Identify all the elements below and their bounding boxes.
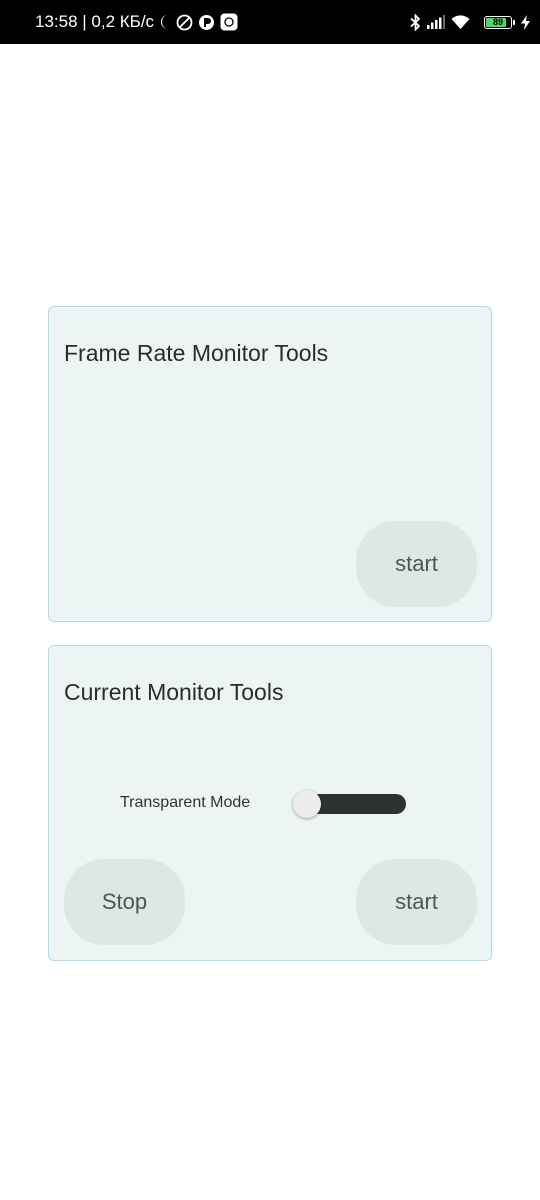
battery-tip <box>513 19 515 25</box>
signal-icon <box>427 15 445 29</box>
app-notification-icon <box>198 14 215 31</box>
stop-button[interactable]: Stop <box>64 859 185 945</box>
battery-icon: 89 <box>476 15 515 29</box>
battery-body: 89 <box>484 15 512 29</box>
current-monitor-card: Current Monitor Tools Transparent Mode S… <box>48 645 492 961</box>
charging-icon <box>521 14 530 30</box>
transparent-mode-switch[interactable] <box>293 790 408 818</box>
status-bar: 13:58 | 0,2 КБ/с 89 <box>0 0 540 44</box>
current-start-button[interactable]: start <box>356 859 477 945</box>
bluetooth-icon <box>410 13 421 31</box>
status-bar-right: 89 <box>404 0 530 44</box>
status-bar-left: 13:58 | 0,2 КБ/с <box>35 0 238 44</box>
transparent-mode-label: Transparent Mode <box>120 794 251 811</box>
current-card-title: Current Monitor Tools <box>64 679 284 705</box>
frame-rate-card-title: Frame Rate Monitor Tools <box>64 340 329 366</box>
moon-icon <box>159 14 171 30</box>
frame-rate-start-button[interactable]: start <box>356 521 477 607</box>
switch-thumb <box>293 790 321 818</box>
screen-recorder-icon <box>220 13 238 31</box>
wifi-icon <box>451 14 470 30</box>
no-disturb-icon <box>176 14 193 31</box>
frame-rate-monitor-card: Frame Rate Monitor Tools start <box>48 306 492 622</box>
battery-level: 89 <box>492 16 503 27</box>
status-time-speed: 13:58 | 0,2 КБ/с <box>35 12 155 31</box>
